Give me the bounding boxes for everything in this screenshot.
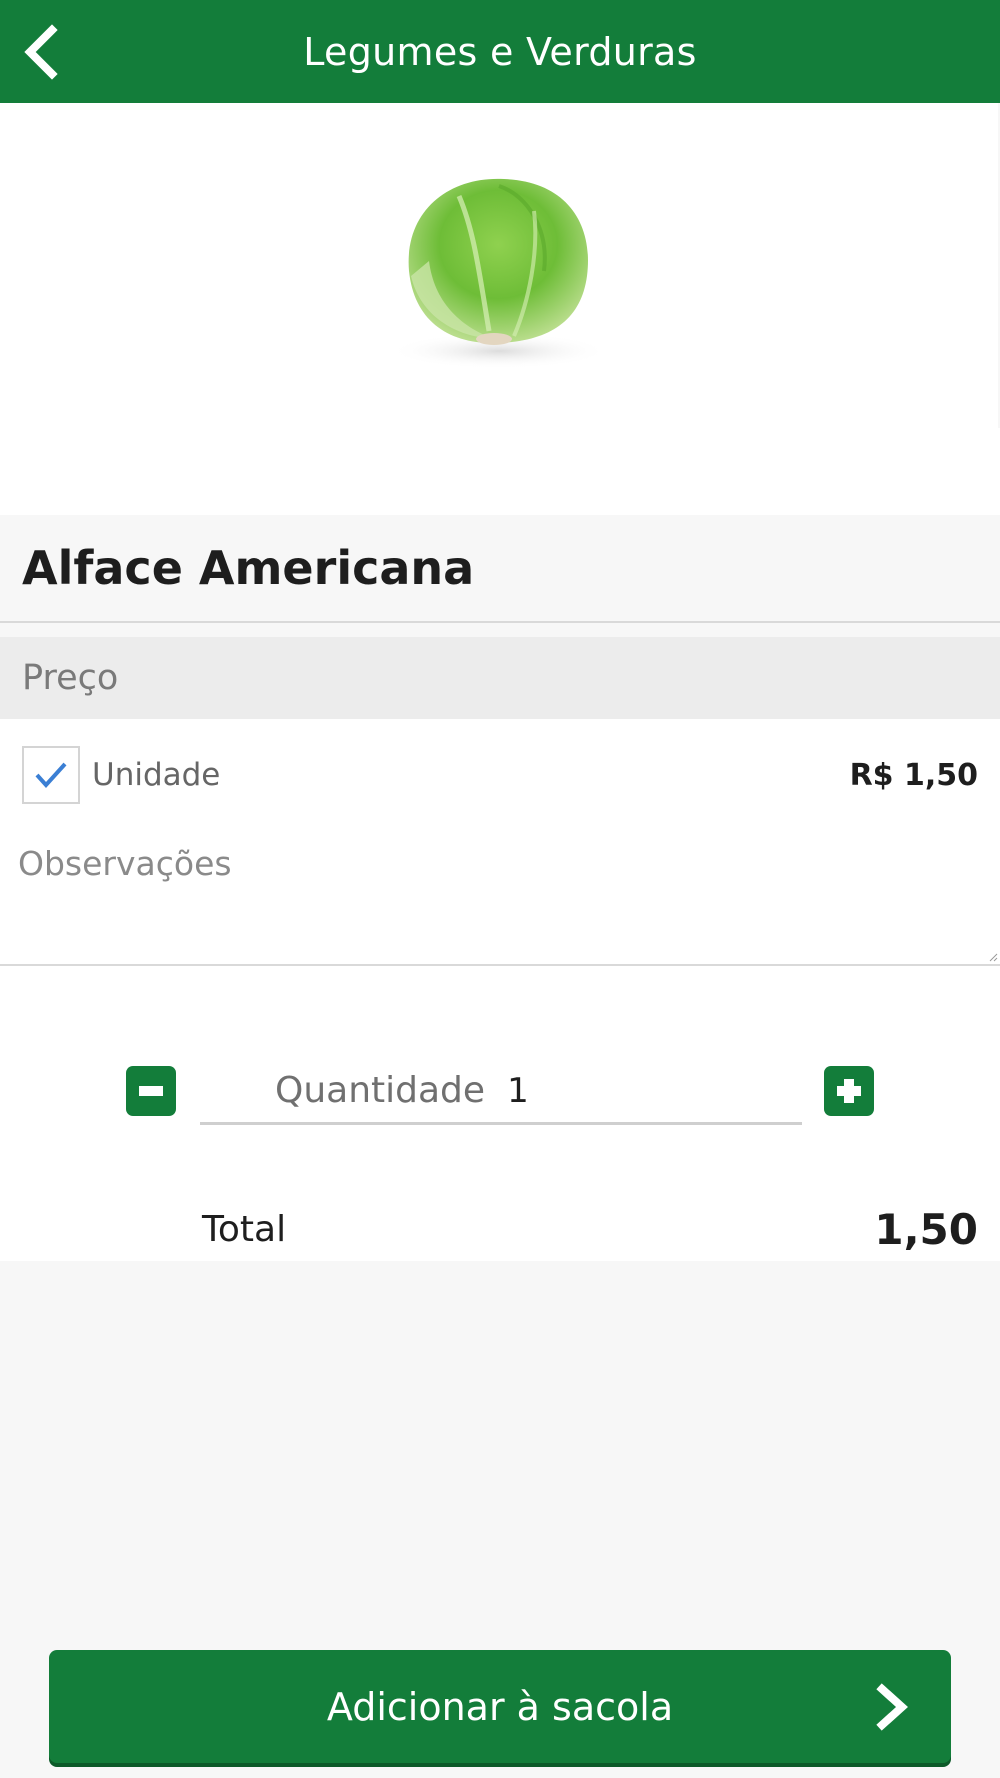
price-option-label: Unidade (92, 757, 221, 793)
notes-field[interactable] (0, 834, 1000, 964)
lettuce-image (389, 178, 609, 369)
decrease-quantity-button[interactable] (126, 1066, 176, 1116)
quantity-field[interactable]: Quantidade 1 (200, 1059, 802, 1125)
unit-checkbox[interactable] (22, 746, 80, 804)
resize-handle-icon[interactable] (988, 952, 998, 962)
price-section-header: Preço (0, 637, 1000, 719)
chevron-left-icon (24, 24, 58, 80)
page-title: Legumes e Verduras (303, 29, 697, 74)
price-option-row[interactable]: Unidade R$ 1,50 (22, 745, 978, 805)
image-spacer (0, 428, 1000, 515)
quantity-label: Quantidade (275, 1070, 486, 1111)
total-label: Total (202, 1208, 287, 1250)
minus-icon (139, 1086, 163, 1096)
checkmark-icon (35, 762, 67, 788)
quantity-stepper: Quantidade 1 (0, 1059, 1000, 1139)
product-image-area (0, 103, 998, 428)
chevron-right-icon (867, 1682, 917, 1732)
add-to-bag-button[interactable]: Adicionar à sacola (49, 1650, 951, 1763)
price-option-price: R$ 1,50 (849, 757, 978, 793)
product-name: Alface Americana (22, 541, 475, 595)
plus-icon (837, 1079, 861, 1103)
price-section-label: Preço (22, 658, 119, 698)
total-value: 1,50 (874, 1204, 978, 1254)
quantity-value[interactable]: 1 (507, 1071, 707, 1111)
total-row: Total 1,50 (202, 1199, 978, 1259)
app-header: Legumes e Verduras (0, 0, 1000, 103)
notes-area (0, 834, 1000, 966)
increase-quantity-button[interactable] (824, 1066, 874, 1116)
order-options: Unidade R$ 1,50 Quantidade 1 (0, 719, 1000, 1261)
add-to-bag-label: Adicionar à sacola (326, 1684, 674, 1729)
product-name-row: Alface Americana (0, 515, 1000, 623)
back-button[interactable] (14, 24, 70, 80)
product-detail-screen: Legumes e Verduras Alface Americana Preç… (0, 0, 1000, 1778)
